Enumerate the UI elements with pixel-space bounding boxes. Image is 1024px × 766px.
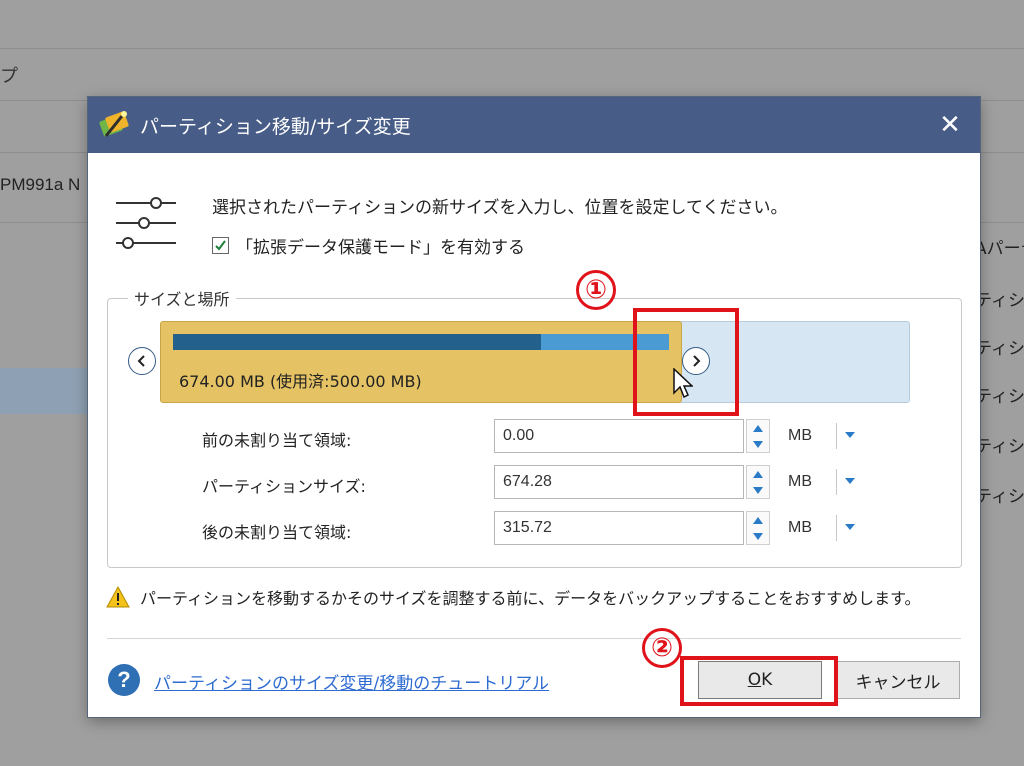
- annotation-step-1: ①: [576, 270, 616, 310]
- usage-bar-used: [173, 334, 542, 350]
- bg-list-item: Aパーテ: [975, 239, 1024, 259]
- spin-down-icon[interactable]: [753, 486, 763, 494]
- dialog-titlebar: パーティション移動/サイズ変更 ✕: [88, 97, 980, 153]
- bg-list-item: ティショ: [975, 437, 1024, 457]
- spin-down-icon[interactable]: [753, 532, 763, 540]
- partition-size-label: 674.00 MB (使用済:500.00 MB): [179, 372, 422, 391]
- unallocated-after-input[interactable]: 315.72: [494, 511, 744, 545]
- close-icon: ✕: [939, 110, 961, 140]
- bg-list-item: ティショ: [975, 387, 1024, 407]
- bg-list-item: ティショ: [975, 291, 1024, 311]
- unit-separator: [836, 515, 837, 541]
- app-wand-icon: [99, 111, 129, 137]
- protection-mode-row[interactable]: 「拡張データ保護モード」を有効する: [212, 233, 525, 258]
- partition-size-input[interactable]: 674.28: [494, 465, 744, 499]
- annotation-box-2: [680, 656, 838, 706]
- unallocated-before-label: 前の未割り当て領域:: [202, 431, 352, 450]
- unit-label: MB: [788, 473, 812, 490]
- move-resize-dialog: パーティション移動/サイズ変更 ✕ 選択されたパーティションの新サイズを入力し、…: [88, 97, 980, 717]
- unit-dropdown-icon[interactable]: [844, 477, 856, 485]
- unit-dropdown-icon[interactable]: [844, 431, 856, 439]
- unit-label: MB: [788, 427, 812, 444]
- backup-warning: パーティションを移動するかそのサイズを調整する前に、データをバックアップすること…: [106, 585, 920, 609]
- unit-label: MB: [788, 519, 812, 536]
- partition-block[interactable]: 674.00 MB (使用済:500.00 MB): [160, 321, 682, 403]
- mouse-cursor-icon: [673, 368, 693, 399]
- left-resize-handle[interactable]: [128, 347, 156, 375]
- close-button[interactable]: ✕: [932, 107, 968, 143]
- spin-up-icon[interactable]: [753, 516, 763, 524]
- warning-icon: [106, 586, 130, 608]
- help-icon[interactable]: ?: [108, 664, 140, 696]
- bg-list-item: ティショ: [975, 487, 1024, 507]
- bg-disk-label: PM991a N: [0, 175, 81, 194]
- partition-size-spinner[interactable]: [746, 465, 770, 499]
- spin-down-icon[interactable]: [753, 440, 763, 448]
- cancel-button[interactable]: キャンセル: [836, 661, 960, 699]
- bg-divider: [0, 48, 1024, 49]
- dialog-description: 選択されたパーティションの新サイズを入力し、位置を設定してください。: [212, 198, 788, 218]
- warning-text: パーティションを移動するかそのサイズを調整する前に、データをバックアップすること…: [140, 589, 921, 608]
- bg-menu-fragment: プ: [0, 66, 18, 87]
- bg-list-item: ティショ: [975, 339, 1024, 359]
- tutorial-link[interactable]: パーティションのサイズ変更/移動のチュートリアル: [154, 669, 549, 694]
- unallocated-after-spinner[interactable]: [746, 511, 770, 545]
- spin-up-icon[interactable]: [753, 424, 763, 432]
- checkmark-icon: [215, 240, 226, 251]
- group-title: サイズと場所: [128, 286, 236, 310]
- unit-separator: [836, 469, 837, 495]
- protection-mode-checkbox[interactable]: [212, 237, 229, 254]
- usage-bar: [173, 334, 669, 350]
- spin-up-icon[interactable]: [753, 470, 763, 478]
- partition-size-field-label: パーティションサイズ:: [202, 477, 366, 496]
- unallocated-before-input[interactable]: 0.00: [494, 419, 744, 453]
- unit-separator: [836, 423, 837, 449]
- protection-mode-label: 「拡張データ保護モード」を有効する: [236, 238, 525, 258]
- sliders-icon: [116, 197, 176, 249]
- annotation-step-2: ②: [642, 628, 682, 668]
- unallocated-after-label: 後の未割り当て領域:: [202, 523, 352, 542]
- footer-divider: [107, 638, 961, 639]
- dialog-title: パーティション移動/サイズ変更: [140, 115, 411, 138]
- unallocated-before-spinner[interactable]: [746, 419, 770, 453]
- unit-dropdown-icon[interactable]: [844, 523, 856, 531]
- chevron-left-icon: [137, 355, 145, 367]
